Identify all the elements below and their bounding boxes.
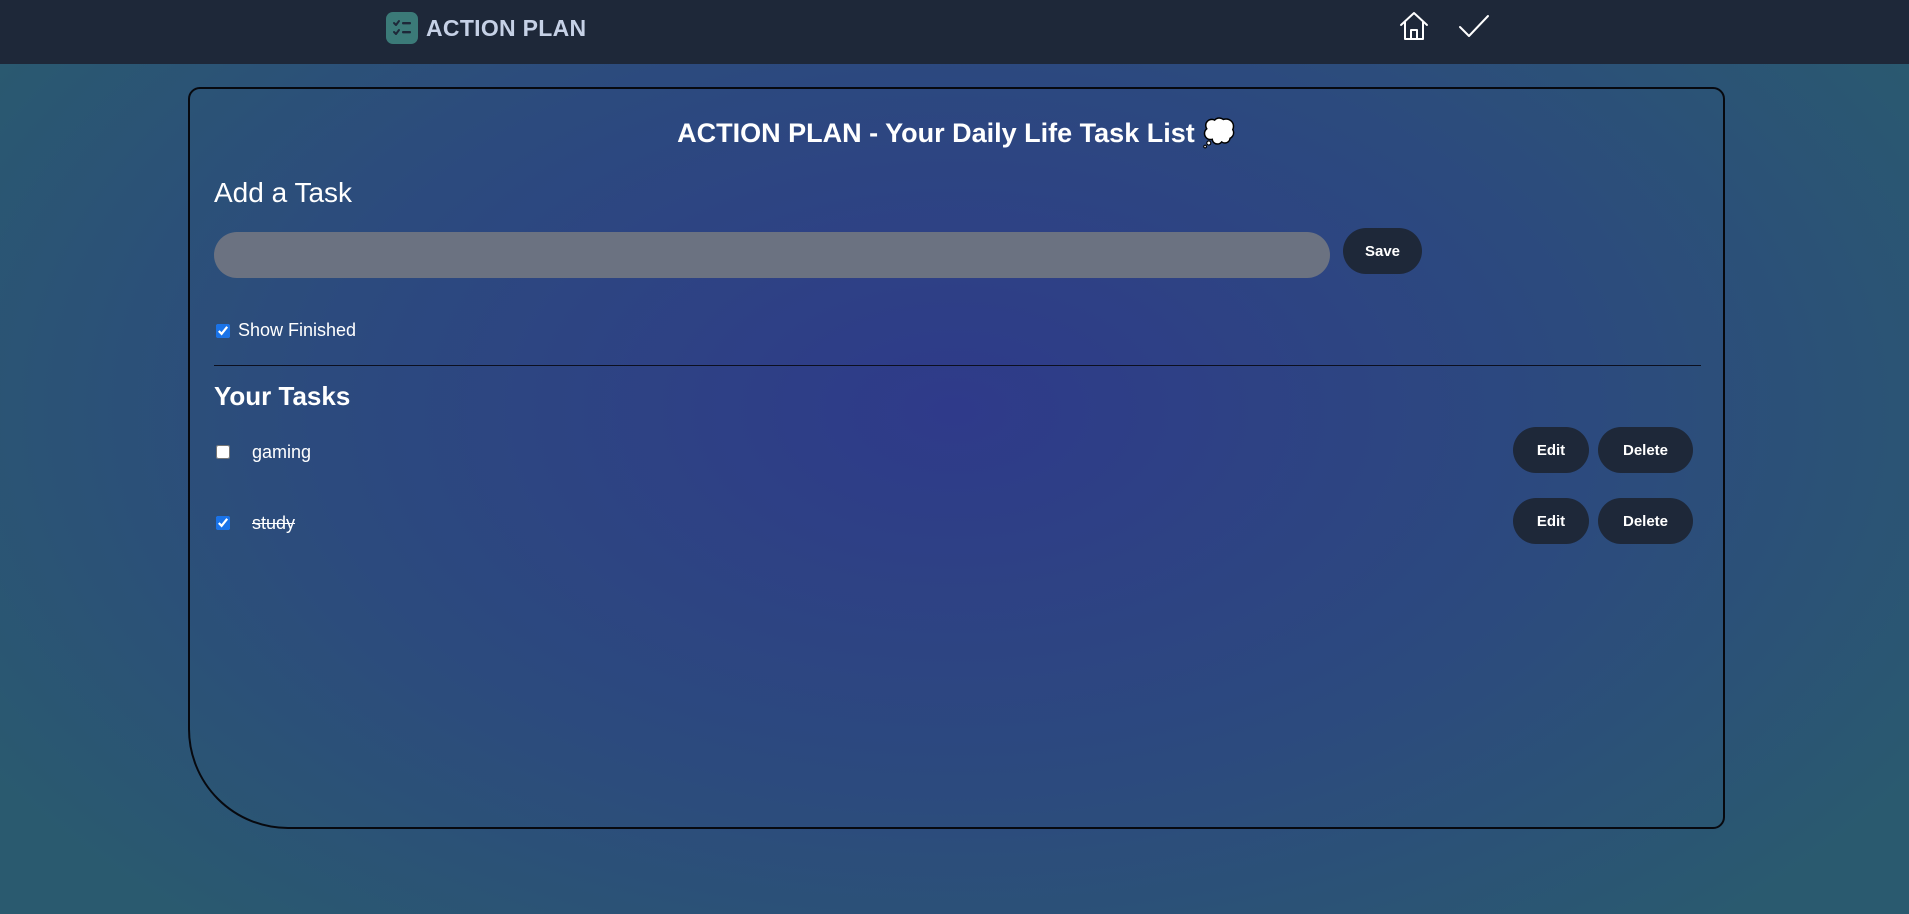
add-task-heading: Add a Task: [214, 177, 353, 208]
edit-button[interactable]: Edit: [1513, 498, 1589, 544]
divider: [214, 365, 1701, 366]
home-icon[interactable]: [1396, 8, 1432, 44]
task-row: gaming Edit Delete: [190, 427, 1723, 477]
check-icon[interactable]: [1456, 8, 1492, 44]
brand[interactable]: ACTION PLAN: [386, 11, 586, 45]
task-text: study: [252, 513, 296, 533]
top-navbar: ACTION PLAN: [0, 0, 1909, 64]
save-button[interactable]: Save: [1343, 228, 1422, 274]
checklist-logo-icon: [386, 12, 418, 44]
edit-button[interactable]: Edit: [1513, 427, 1589, 473]
task-input[interactable]: [214, 232, 1330, 278]
delete-button[interactable]: Delete: [1598, 498, 1693, 544]
delete-button[interactable]: Delete: [1598, 427, 1693, 473]
show-finished-label: Show Finished: [238, 320, 357, 340]
task-text: gaming: [252, 442, 312, 462]
brand-title: ACTION PLAN: [426, 14, 587, 41]
task-done-checkbox[interactable]: [216, 516, 230, 530]
show-finished-checkbox[interactable]: [216, 324, 230, 338]
page-title: ACTION PLAN - Your Daily Life Task List …: [677, 118, 1236, 148]
task-row: study Edit Delete: [190, 498, 1723, 548]
task-list-card: ACTION PLAN - Your Daily Life Task List …: [188, 87, 1725, 829]
your-tasks-heading: Your Tasks: [214, 381, 351, 411]
task-done-checkbox[interactable]: [216, 445, 230, 459]
